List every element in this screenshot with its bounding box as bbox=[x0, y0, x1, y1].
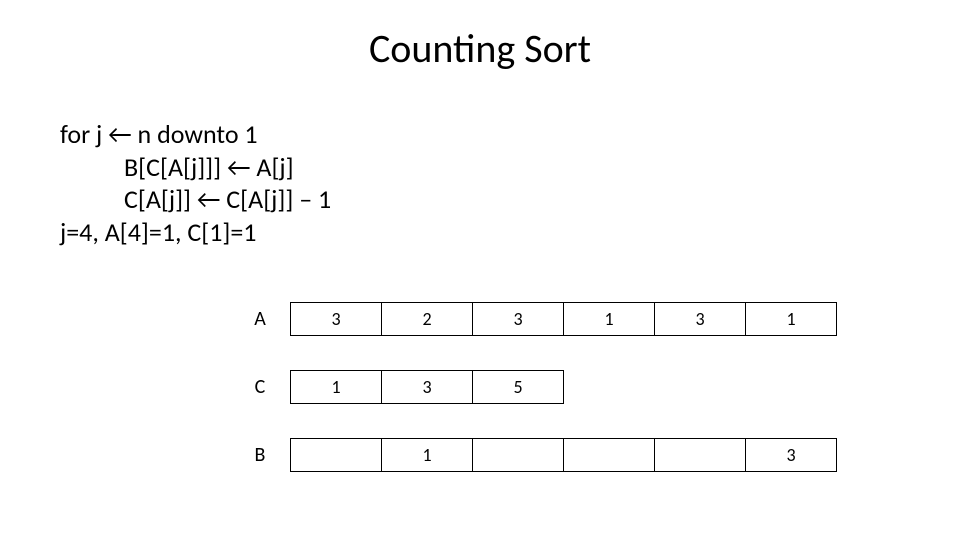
array-cells-c: 1 3 5 bbox=[290, 370, 564, 404]
slide: Counting Sort for j ← n downto 1 B[C[A[j… bbox=[0, 0, 960, 540]
cell-a-2: 3 bbox=[472, 302, 564, 336]
cell-c-0: 1 bbox=[290, 370, 382, 404]
array-label-b: B bbox=[230, 443, 290, 467]
cell-a-4: 3 bbox=[654, 302, 746, 336]
array-row-b: B 1 3 bbox=[230, 438, 837, 472]
cell-b-5: 3 bbox=[745, 438, 837, 472]
arrays-area: A 3 2 3 1 3 1 C 1 3 5 B 1 bbox=[230, 302, 837, 472]
cell-a-3: 1 bbox=[563, 302, 655, 336]
array-cells-b: 1 3 bbox=[290, 438, 837, 472]
cell-a-0: 3 bbox=[290, 302, 382, 336]
slide-title: Counting Sort bbox=[0, 24, 960, 73]
pseudocode-block: for j ← n downto 1 B[C[A[j]]] ← A[j] C[A… bbox=[60, 118, 331, 248]
array-row-c: C 1 3 5 bbox=[230, 370, 837, 404]
array-row-a: A 3 2 3 1 3 1 bbox=[230, 302, 837, 336]
cell-b-1: 1 bbox=[381, 438, 473, 472]
cell-b-3 bbox=[563, 438, 655, 472]
code-line-3: C[A[j]] ← C[A[j]] – 1 bbox=[60, 183, 331, 216]
cell-b-4 bbox=[654, 438, 746, 472]
cell-a-5: 1 bbox=[745, 302, 837, 336]
cell-c-1: 3 bbox=[381, 370, 473, 404]
cell-a-1: 2 bbox=[381, 302, 473, 336]
cell-c-2: 5 bbox=[472, 370, 564, 404]
array-label-c: C bbox=[230, 375, 290, 399]
array-cells-a: 3 2 3 1 3 1 bbox=[290, 302, 837, 336]
cell-b-0 bbox=[290, 438, 382, 472]
code-line-2: B[C[A[j]]] ← A[j] bbox=[60, 151, 331, 184]
cell-b-2 bbox=[472, 438, 564, 472]
array-label-a: A bbox=[230, 307, 290, 331]
code-line-1: for j ← n downto 1 bbox=[60, 118, 331, 151]
code-line-4: j=4, A[4]=1, C[1]=1 bbox=[60, 216, 331, 249]
